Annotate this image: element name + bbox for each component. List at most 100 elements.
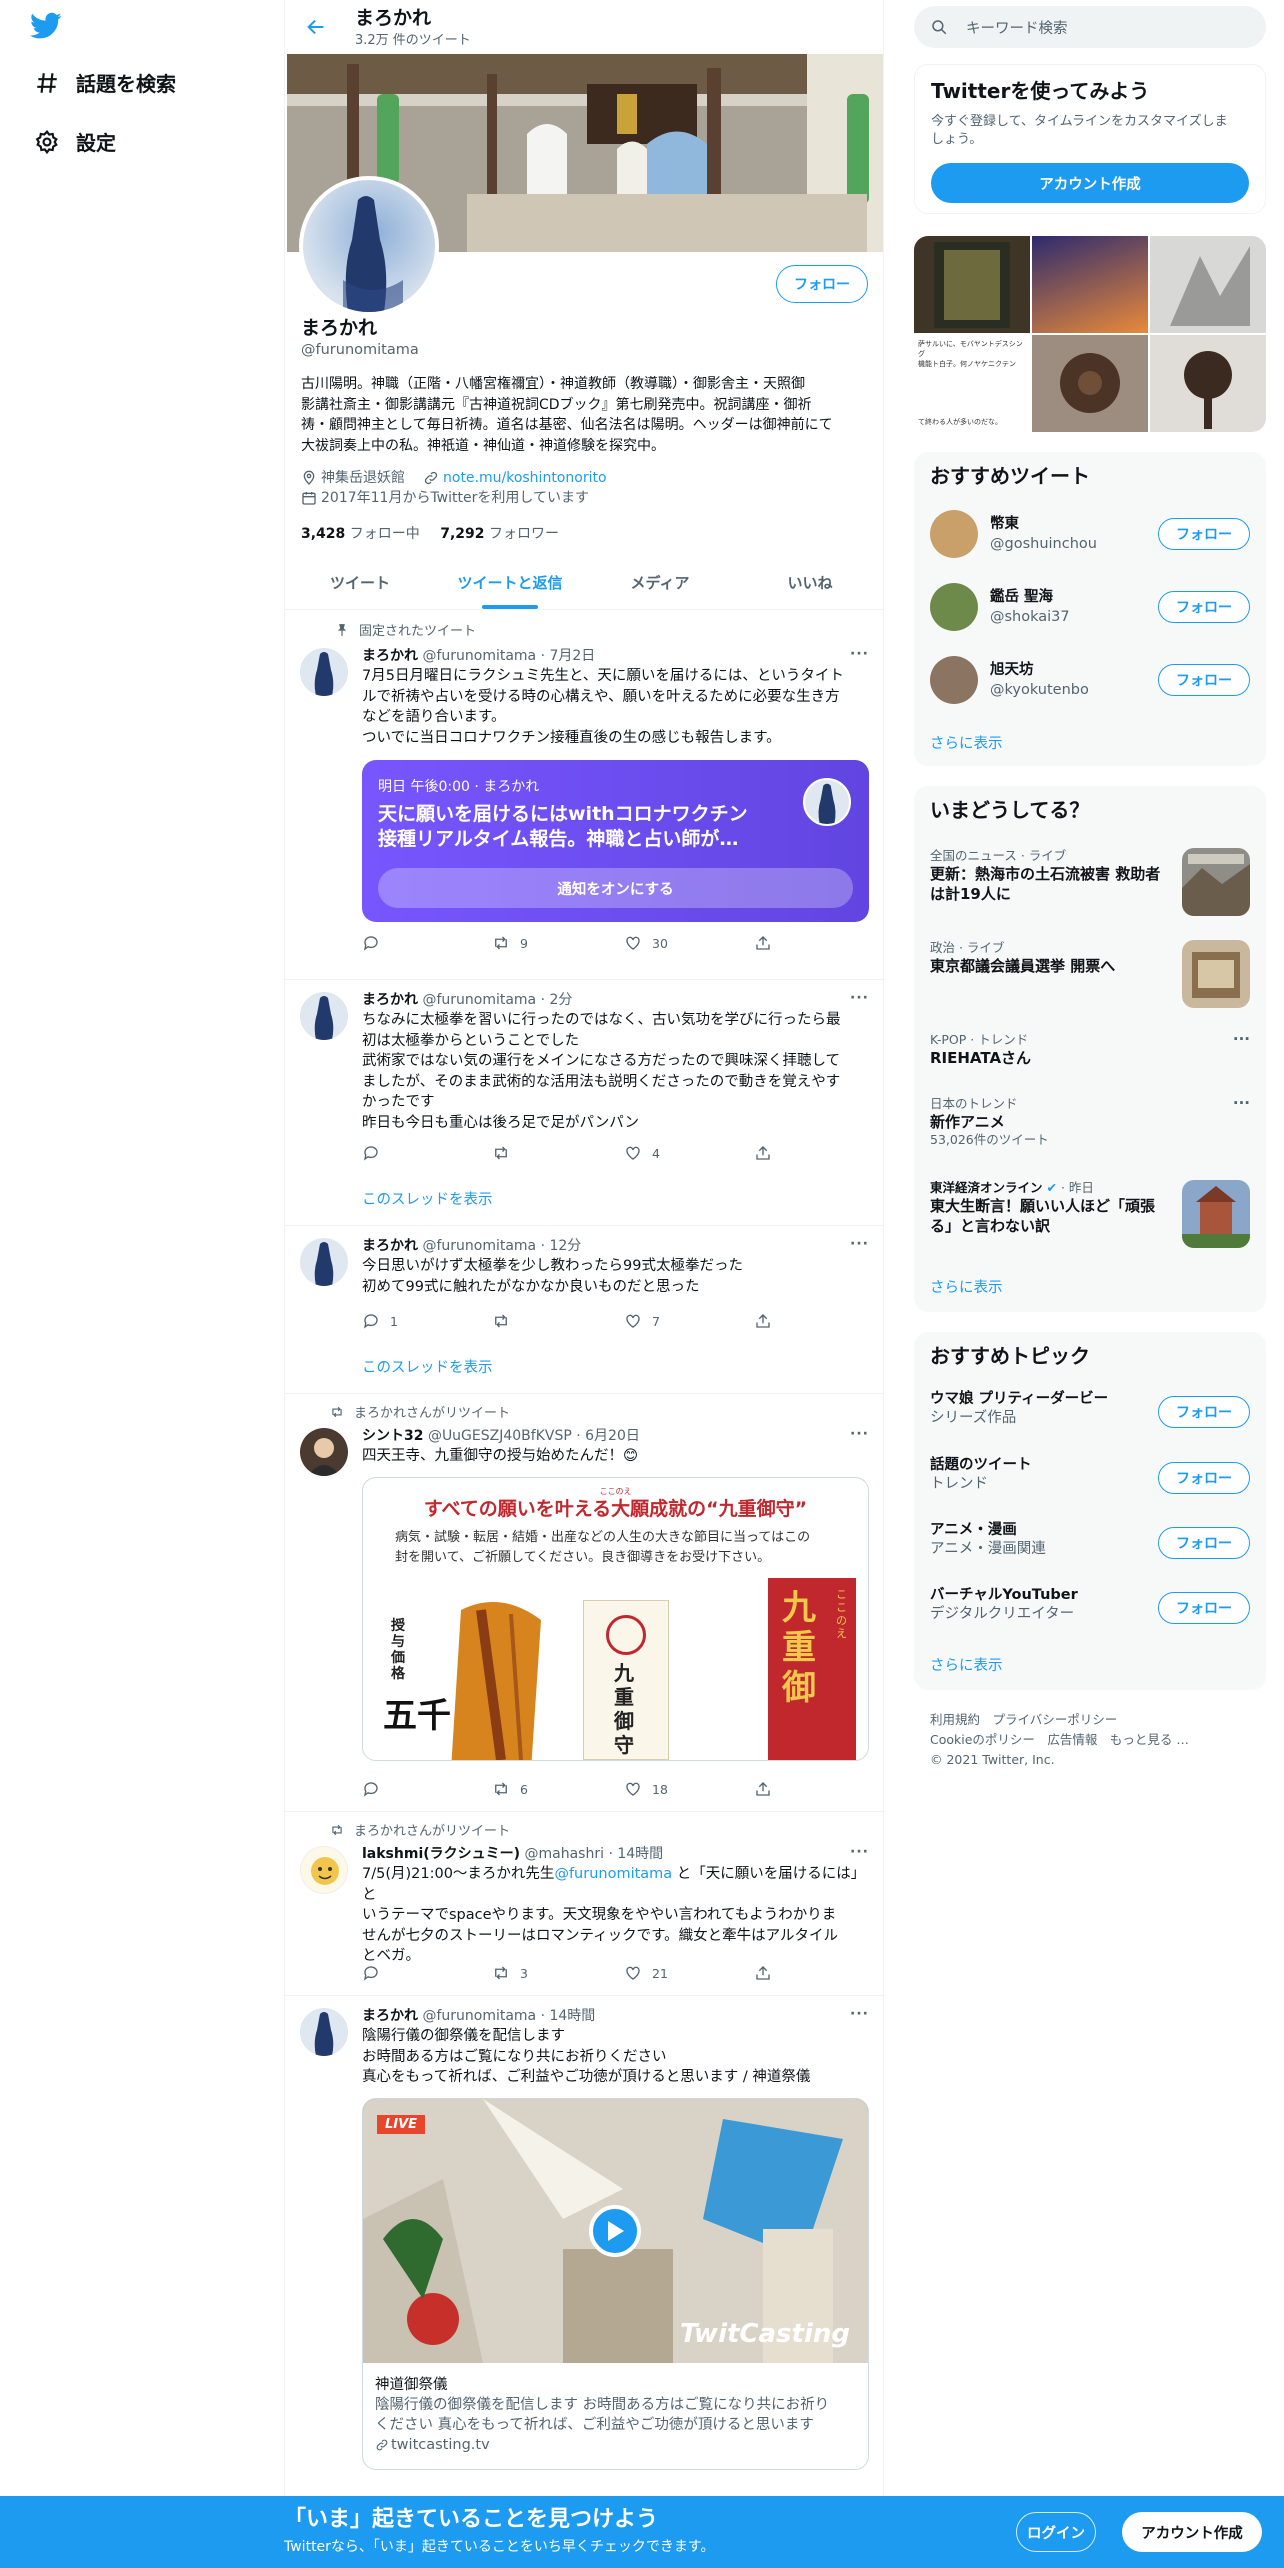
follow-button[interactable]: フォロー: [1158, 1527, 1250, 1559]
nav-settings[interactable]: 設定: [34, 127, 116, 156]
trend-item[interactable]: 全国のニュース · ライブ 更新：熱海市の土石流被害 救助者 は計19人に: [930, 848, 1170, 904]
follow-button[interactable]: フォロー: [776, 265, 868, 303]
footer-line[interactable]: Cookieのポリシー 広告情報 もっと見る …: [930, 1730, 1189, 1750]
tweet-time[interactable]: · 6月20日: [576, 1428, 640, 1444]
show-thread-link[interactable]: このスレッドを表示: [362, 1188, 493, 1209]
author-handle[interactable]: @furunomitama: [422, 648, 536, 664]
tab-tweets[interactable]: ツイート: [285, 556, 435, 609]
topic-item[interactable]: ウマ娘 プリティーダービー シリーズ作品: [930, 1390, 1108, 1428]
show-more-link[interactable]: さらに表示: [930, 732, 1003, 753]
login-button[interactable]: ログイン: [1016, 2512, 1096, 2552]
user-avatar[interactable]: [930, 510, 978, 558]
like-button[interactable]: 30: [624, 934, 668, 952]
retweet-button[interactable]: [492, 1312, 520, 1330]
tab-tweets-and-replies[interactable]: ツイートと返信: [435, 556, 585, 609]
avatar[interactable]: [300, 1846, 348, 1894]
reply-button[interactable]: [362, 934, 390, 952]
follow-button[interactable]: フォロー: [1158, 1592, 1250, 1624]
author-handle[interactable]: @UuGESZJ40BfKVSP: [428, 1428, 572, 1444]
share-button[interactable]: [754, 1144, 782, 1162]
author-handle[interactable]: @furunomitama: [422, 1238, 536, 1254]
like-button[interactable]: 18: [624, 1780, 668, 1798]
tweet-time[interactable]: · 14時間: [541, 2008, 596, 2024]
signup-button[interactable]: アカウント作成: [1122, 2512, 1262, 2552]
twitter-logo-icon[interactable]: [30, 12, 62, 44]
follow-button[interactable]: フォロー: [1158, 664, 1250, 696]
follow-button[interactable]: フォロー: [1158, 518, 1250, 550]
more-options-icon[interactable]: ···: [1233, 1094, 1250, 1112]
share-button[interactable]: [754, 934, 782, 952]
tweet-time[interactable]: · 2分: [541, 992, 573, 1008]
topic-item[interactable]: バーチャルYouTuber デジタルクリエイター: [930, 1586, 1078, 1624]
play-icon[interactable]: [589, 2204, 641, 2257]
avatar[interactable]: [300, 648, 348, 696]
user-avatar[interactable]: [930, 656, 978, 704]
link-card[interactable]: LIVE TwitCasting 神道御祭儀 陰陽行儀の御祭儀を配信します お時…: [362, 2097, 869, 2470]
user-info[interactable]: 鑑岳 聖海 @shokai37: [990, 587, 1070, 627]
author-name[interactable]: lakshmi(ラクシュミー): [362, 1846, 520, 1862]
retweet-button[interactable]: [492, 1144, 520, 1162]
media-thumb[interactable]: [1032, 335, 1148, 432]
search-bar[interactable]: キーワード検索: [914, 6, 1266, 48]
tweet[interactable]: ··· まろかれ @furunomitama · 12分 今日思いがけず太極拳を…: [285, 1226, 885, 1394]
avatar[interactable]: [300, 992, 348, 1040]
more-options-icon[interactable]: ···: [1233, 1030, 1250, 1048]
media-thumb[interactable]: [1150, 236, 1266, 333]
tweet[interactable]: まろかれさんがリツイート ··· lakshmi(ラクシュミー) @mahash…: [285, 1812, 885, 1996]
media-thumb[interactable]: [914, 236, 1030, 333]
following-link[interactable]: 3,428 フォロー中: [301, 526, 420, 542]
trend-item[interactable]: 政治 · ライブ 東京都議会議員選挙 開票へ: [930, 940, 1170, 976]
follow-button[interactable]: フォロー: [1158, 1396, 1250, 1428]
reply-button[interactable]: [362, 1964, 390, 1982]
avatar[interactable]: [300, 1428, 348, 1476]
profile-avatar[interactable]: [299, 176, 439, 316]
tab-media[interactable]: メディア: [585, 556, 735, 609]
author-handle[interactable]: @mahashri: [525, 1846, 604, 1862]
tweet[interactable]: まろかれさんがリツイート ··· シント32 @UuGESZJ40BfKVSP …: [285, 1394, 885, 1812]
share-button[interactable]: [754, 1780, 782, 1798]
tweet-image[interactable]: ここのえ すべての願いを叶える大願成就の“九重御守” 病気・試験・転居・結婚・出…: [362, 1476, 869, 1761]
show-more-link[interactable]: さらに表示: [930, 1654, 1003, 1675]
user-info[interactable]: 旭天坊 @kyokutenbo: [990, 660, 1089, 700]
like-button[interactable]: 21: [624, 1964, 668, 1982]
follow-button[interactable]: フォロー: [1158, 1462, 1250, 1494]
media-thumb[interactable]: [1150, 335, 1266, 432]
show-thread-link[interactable]: このスレッドを表示: [362, 1356, 493, 1377]
reply-button[interactable]: [362, 1780, 390, 1798]
followers-link[interactable]: 7,292 フォロワー: [440, 526, 559, 542]
avatar[interactable]: [300, 2008, 348, 2056]
tweet[interactable]: ··· まろかれ @furunomitama · 2分 ちなみに太極拳を習いに行…: [285, 980, 885, 1226]
space-notify-button[interactable]: 通知をオンにする: [378, 868, 853, 908]
media-grid[interactable]: 萨サルいに、モバヤントデスシング 機能ト白子。何ノヤケニクテン て終わる人が多い…: [914, 236, 1266, 432]
mention-link[interactable]: @furunomitama: [554, 1866, 672, 1882]
retweet-button[interactable]: 6: [492, 1780, 528, 1798]
follow-button[interactable]: フォロー: [1158, 591, 1250, 623]
share-button[interactable]: [754, 1312, 782, 1330]
tweet[interactable]: 固定されたツイート ··· まろかれ @furunomitama · 7月2日 …: [285, 610, 885, 980]
topic-item[interactable]: 話題のツイート トレンド: [930, 1456, 1032, 1494]
profile-link[interactable]: note.mu/koshintonorito: [443, 468, 607, 488]
author-name[interactable]: まろかれ: [362, 1238, 418, 1254]
show-more-link[interactable]: さらに表示: [930, 1276, 1003, 1297]
retweet-button[interactable]: 9: [492, 934, 528, 952]
author-name[interactable]: まろかれ: [362, 992, 418, 1008]
reply-button[interactable]: 1: [362, 1312, 398, 1330]
author-name[interactable]: シント32: [362, 1428, 423, 1444]
tweet-time[interactable]: · 12分: [541, 1238, 582, 1254]
author-name[interactable]: まろかれ: [362, 648, 418, 664]
media-thumb[interactable]: 萨サルいに、モバヤントデスシング 機能ト白子。何ノヤケニクテン て終わる人が多い…: [914, 335, 1030, 432]
user-info[interactable]: 幣東 @goshuinchou: [990, 514, 1097, 554]
back-arrow-icon[interactable]: [305, 16, 327, 38]
create-account-button[interactable]: アカウント作成: [931, 163, 1249, 203]
tab-likes[interactable]: いいね: [735, 556, 885, 609]
tweet-time[interactable]: · 14時間: [608, 1846, 663, 1862]
share-button[interactable]: [754, 1964, 782, 1982]
trend-item[interactable]: 東洋経済オンライン ✔ · 昨日 東大生断言！願いい人ほど「頑張 る」と言わない訳: [930, 1180, 1170, 1236]
avatar[interactable]: [300, 1238, 348, 1286]
media-thumb[interactable]: [1032, 236, 1148, 333]
reply-button[interactable]: [362, 1144, 390, 1162]
tweet-time[interactable]: · 7月2日: [541, 648, 596, 664]
trend-item[interactable]: K-POP · トレンド RIEHATAさん: [930, 1032, 1170, 1068]
trend-item[interactable]: 日本のトレンド 新作アニメ 53,026件のツイート: [930, 1096, 1170, 1148]
nav-explore[interactable]: 話題を検索: [34, 68, 176, 97]
